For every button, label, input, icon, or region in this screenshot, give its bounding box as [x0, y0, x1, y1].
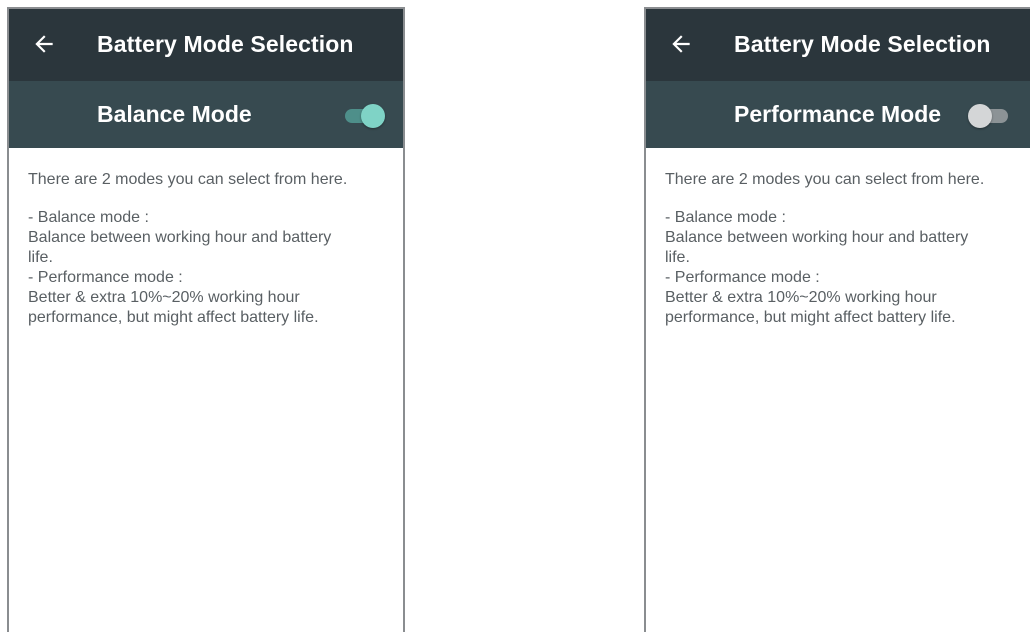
app-bar: Battery Mode Selection [9, 9, 403, 81]
mode-label: Balance Mode [97, 101, 252, 127]
description-line: - Performance mode : [665, 269, 820, 286]
mode-label: Performance Mode [734, 101, 942, 127]
page-title: Battery Mode Selection [734, 31, 991, 57]
mode-toggle-switch[interactable] [343, 104, 387, 128]
screen-balance-mode: Battery Mode Selection Balance Mode Ther… [7, 7, 405, 632]
description-line: Better & extra 10%~20% working hour [28, 289, 300, 306]
back-arrow-icon[interactable] [31, 31, 57, 57]
description-line: - Balance mode : [28, 209, 149, 226]
screen-performance-mode: Battery Mode Selection Performance Mode … [644, 7, 1030, 632]
description-line: - Performance mode : [28, 269, 183, 286]
description-line: life. [28, 249, 53, 266]
description-line: performance, but might affect battery li… [665, 309, 956, 326]
description-line: performance, but might affect battery li… [28, 309, 319, 326]
toggle-knob [968, 104, 992, 128]
toggle-knob [361, 104, 385, 128]
intro-text: There are 2 modes you can select from he… [28, 171, 348, 188]
description-line: Balance between working hour and battery [665, 229, 969, 246]
description-line: life. [665, 249, 690, 266]
description-line: Balance between working hour and battery [28, 229, 332, 246]
mode-toggle-switch[interactable] [968, 104, 1014, 128]
description: There are 2 modes you can select from he… [9, 148, 403, 328]
back-arrow-icon[interactable] [668, 31, 694, 57]
intro-text: There are 2 modes you can select from he… [665, 171, 985, 188]
page-title: Battery Mode Selection [97, 31, 354, 57]
description-line: Better & extra 10%~20% working hour [665, 289, 937, 306]
app-bar: Battery Mode Selection [646, 9, 1030, 81]
description-line: - Balance mode : [665, 209, 786, 226]
mode-toggle-row[interactable]: Balance Mode [9, 81, 403, 148]
stage: Battery Mode Selection Balance Mode Ther… [0, 0, 1030, 632]
description: There are 2 modes you can select from he… [646, 148, 1030, 328]
mode-toggle-row[interactable]: Performance Mode [646, 81, 1030, 148]
